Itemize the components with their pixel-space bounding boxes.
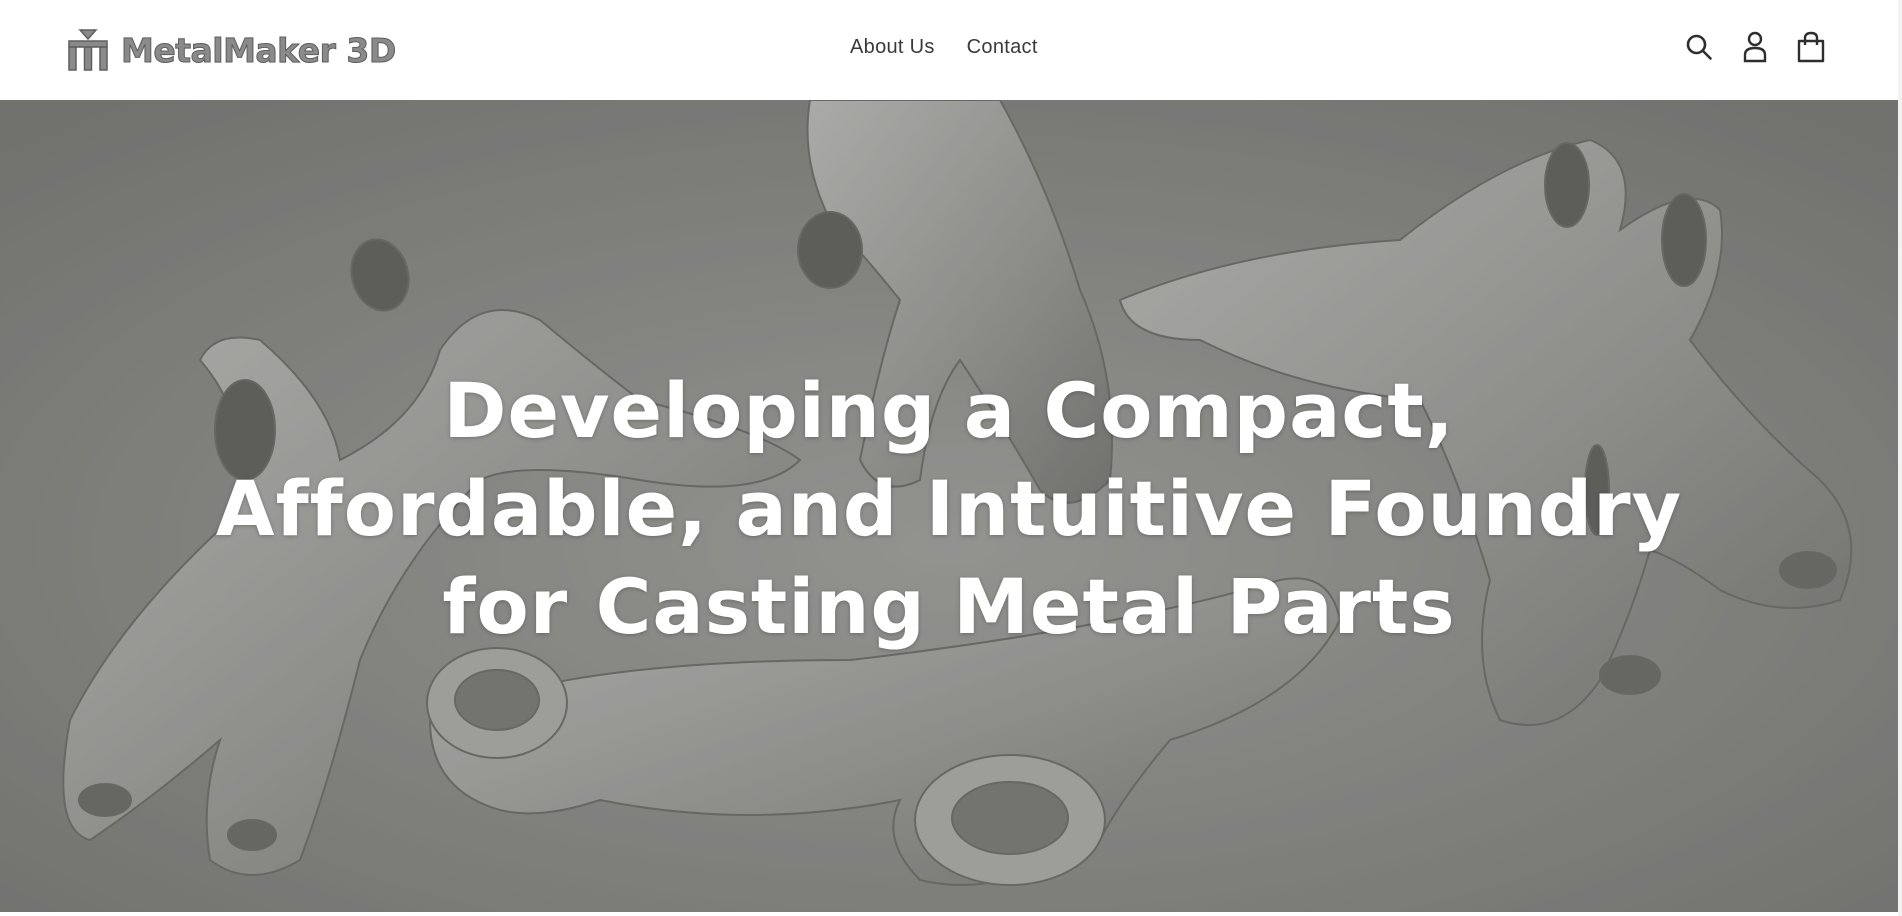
site-logo[interactable]: MetalMaker 3D <box>67 26 397 74</box>
cart-icon[interactable] <box>1796 30 1826 64</box>
logo-mark-icon <box>68 29 108 71</box>
page-scrollbar[interactable] <box>1898 0 1902 916</box>
header-actions <box>1684 30 1826 64</box>
search-icon[interactable] <box>1684 30 1714 64</box>
nav-about-us[interactable]: About Us <box>850 36 935 59</box>
hero-banner: Developing a Compact, Affordable, and In… <box>0 100 1898 912</box>
site-header: MetalMaker 3D About Us Contact <box>0 0 1902 100</box>
nav-contact[interactable]: Contact <box>967 36 1038 59</box>
hero-title: Developing a Compact, Affordable, and In… <box>215 366 1683 651</box>
logo-text: MetalMaker 3D <box>121 30 397 70</box>
account-icon[interactable] <box>1740 30 1770 64</box>
main-nav: About Us Contact <box>850 36 1038 59</box>
